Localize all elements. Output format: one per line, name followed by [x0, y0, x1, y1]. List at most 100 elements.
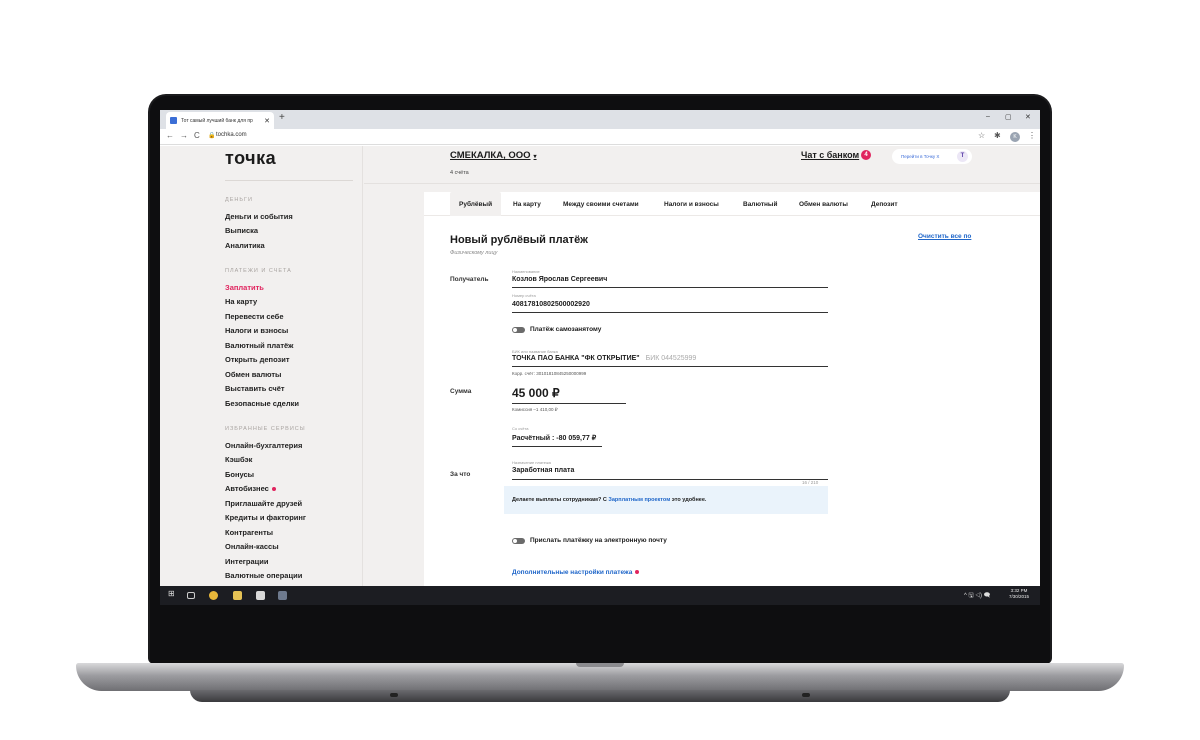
- sidebar-item-invite[interactable]: Приглашайте друзей: [225, 499, 302, 508]
- laptop-foot-left: [390, 693, 398, 697]
- notification-dot-icon: [635, 570, 640, 575]
- sidebar-item-autobusiness[interactable]: Автобизнес: [225, 484, 276, 493]
- favicon-icon: [170, 117, 177, 124]
- amount-underline: [512, 403, 626, 404]
- sidebar-item-self-transfer[interactable]: Перевести себе: [225, 312, 283, 321]
- sidebar-item-taxes[interactable]: Налоги и взносы: [225, 326, 288, 335]
- account-number-input[interactable]: 40817810802500002920: [512, 301, 590, 308]
- sidebar-item-cashback[interactable]: Кэшбэк: [225, 455, 252, 464]
- file-explorer-icon[interactable]: [233, 591, 242, 600]
- tochka-x-icon: T: [957, 151, 968, 162]
- extensions-icon[interactable]: ✱: [994, 131, 1001, 140]
- browser-tab[interactable]: Тот самый лучший банк для пр ✕: [166, 112, 274, 129]
- tab-ruble[interactable]: Рублёвый: [450, 192, 502, 216]
- tab-currency[interactable]: Валютный: [743, 201, 777, 208]
- sidebar-item-currency-payment[interactable]: Валютный платёж: [225, 341, 294, 350]
- sidebar: точка ДЕНЬГИ Деньги и события Выписка Ан…: [160, 146, 363, 586]
- minimize-button[interactable]: –: [986, 113, 990, 120]
- banner-text-before: Делаете выплаты сотрудникам? С: [512, 497, 609, 503]
- sidebar-divider: [225, 180, 353, 181]
- taskbar: ⊞ ^ 🖫 ◁) 🗨 3:32 PM 7/30/2015: [160, 586, 1040, 605]
- sidebar-item-credits[interactable]: Кредиты и факторинг: [225, 513, 306, 522]
- clock[interactable]: 3:32 PM 7/30/2015: [1009, 588, 1029, 600]
- sidebar-item-events[interactable]: Деньги и события: [225, 212, 293, 221]
- task-view-icon[interactable]: [187, 592, 195, 599]
- chat-badge: 4: [861, 150, 871, 160]
- sidebar-item-analytics[interactable]: Аналитика: [225, 241, 265, 250]
- sidebar-item-invoice[interactable]: Выставить счёт: [225, 384, 285, 393]
- profile-avatar[interactable]: K: [1010, 132, 1020, 142]
- sidebar-item-integrations[interactable]: Интеграции: [225, 557, 268, 566]
- lock-icon: 🔒: [208, 133, 216, 139]
- purpose-input[interactable]: Заработная плата: [512, 467, 574, 474]
- logo[interactable]: точка: [225, 148, 276, 169]
- laptop-base: [76, 663, 1124, 691]
- sidebar-item-counterparties[interactable]: Контрагенты: [225, 528, 273, 537]
- bank-input[interactable]: ТОЧКА ПАО БАНКА "ФК ОТКРЫТИЕ" БИК 0445259…: [512, 355, 696, 362]
- bank-name: ТОЧКА ПАО БАНКА "ФК ОТКРЫТИЕ": [512, 355, 640, 362]
- sidebar-item-cash-registers[interactable]: Онлайн-кассы: [225, 542, 279, 551]
- from-account-underline: [512, 446, 602, 447]
- email-receipt-label: Прислать платёжку на электронную почту: [530, 537, 667, 544]
- sidebar-item-pay[interactable]: Заплатить: [225, 283, 264, 292]
- recipient-name-input[interactable]: Козлов Ярослав Сергеевич: [512, 276, 607, 283]
- sidebar-item-currency-ops[interactable]: Валютные операции: [225, 571, 302, 580]
- chrome-icon[interactable]: [209, 591, 218, 600]
- sidebar-item-statement[interactable]: Выписка: [225, 226, 258, 235]
- chat-link[interactable]: Чат с банком: [801, 150, 859, 160]
- tab-taxes[interactable]: Налоги и взносы: [664, 201, 719, 208]
- sidebar-section-services: ИЗБРАННЫЕ СЕРВИСЫ: [225, 426, 306, 432]
- name-underline: [512, 287, 828, 288]
- top-header: СМЕКАЛКА, ООО ▾ 4 счёта Чат с банком 4 Пе…: [364, 146, 1040, 184]
- close-window-button[interactable]: ✕: [1025, 113, 1031, 121]
- url-field[interactable]: tochka.com: [216, 132, 247, 138]
- sidebar-item-to-card[interactable]: На карту: [225, 297, 257, 306]
- form-subtitle: Физическому лицу: [450, 250, 498, 256]
- amount-label: Сумма: [450, 388, 472, 395]
- sidebar-item-exchange[interactable]: Обмен валюты: [225, 370, 281, 379]
- form-title: Новый рублёвый платёж: [450, 234, 588, 246]
- banner-text-after: это удобнее.: [670, 497, 707, 503]
- goto-tochka-x-button[interactable]: Перейти в Точку X T: [892, 149, 972, 164]
- windows-start-icon[interactable]: ⊞: [168, 589, 175, 598]
- company-selector[interactable]: СМЕКАЛКА, ООО ▾: [450, 150, 537, 161]
- sidebar-item-bonuses[interactable]: Бонусы: [225, 470, 254, 479]
- store-icon[interactable]: [256, 591, 265, 600]
- from-account-select[interactable]: Расчётный : -80 059,77 ₽: [512, 434, 596, 442]
- salary-project-link[interactable]: Зарплатным проектом: [608, 497, 670, 503]
- account-underline: [512, 312, 828, 313]
- tab-exchange[interactable]: Обмен валюты: [799, 201, 848, 208]
- sidebar-section-payments: ПЛАТЕЖИ И СЧЕТА: [225, 268, 292, 274]
- clear-all-link[interactable]: Очистить все по: [918, 233, 971, 240]
- account-caption: Номер счёта: [512, 293, 536, 298]
- purpose-caption: Назначение платежа: [512, 460, 551, 465]
- name-caption: Наименование: [512, 269, 540, 274]
- self-employed-label: Платёж самозанятому: [530, 326, 602, 333]
- amount-input[interactable]: 45 000 ₽: [512, 386, 560, 400]
- sidebar-item-deposit[interactable]: Открыть депозит: [225, 355, 290, 364]
- tab-close-icon[interactable]: ✕: [264, 117, 270, 125]
- back-icon[interactable]: ←: [166, 131, 174, 140]
- email-receipt-toggle[interactable]: [512, 538, 525, 544]
- system-tray-icons[interactable]: ^ 🖫 ◁) 🗨: [964, 591, 990, 601]
- browser-menu-icon[interactable]: ⋮: [1028, 131, 1036, 140]
- more-settings-link[interactable]: Дополнительные настройки платежа: [512, 569, 640, 576]
- tab-deposit[interactable]: Депозит: [871, 201, 898, 208]
- sidebar-item-accounting[interactable]: Онлайн-бухгалтерия: [225, 441, 302, 450]
- settings-icon[interactable]: [278, 591, 287, 600]
- sidebar-section-money: ДЕНЬГИ: [225, 197, 253, 203]
- reload-icon[interactable]: C: [194, 131, 200, 140]
- forward-icon[interactable]: →: [180, 131, 188, 140]
- self-employed-toggle[interactable]: [512, 327, 525, 333]
- tab-to-card[interactable]: На карту: [513, 201, 541, 208]
- tab-between-accounts[interactable]: Между своими счетами: [563, 201, 639, 208]
- maximize-button[interactable]: ▢: [1005, 113, 1012, 121]
- purpose-underline: [512, 479, 828, 480]
- sidebar-item-safe-deals[interactable]: Безопасные сделки: [225, 399, 299, 408]
- new-tab-button[interactable]: +: [279, 112, 285, 123]
- payment-tabs: Рублёвый На карту Между своими счетами Н…: [424, 192, 1040, 216]
- browser-tabbar: Тот самый лучший банк для пр ✕ + – ▢ ✕: [160, 110, 1040, 129]
- star-icon[interactable]: ☆: [978, 131, 985, 140]
- from-account-caption: Со счёта: [512, 426, 529, 431]
- payment-panel: Рублёвый На карту Между своими счетами Н…: [424, 192, 1040, 586]
